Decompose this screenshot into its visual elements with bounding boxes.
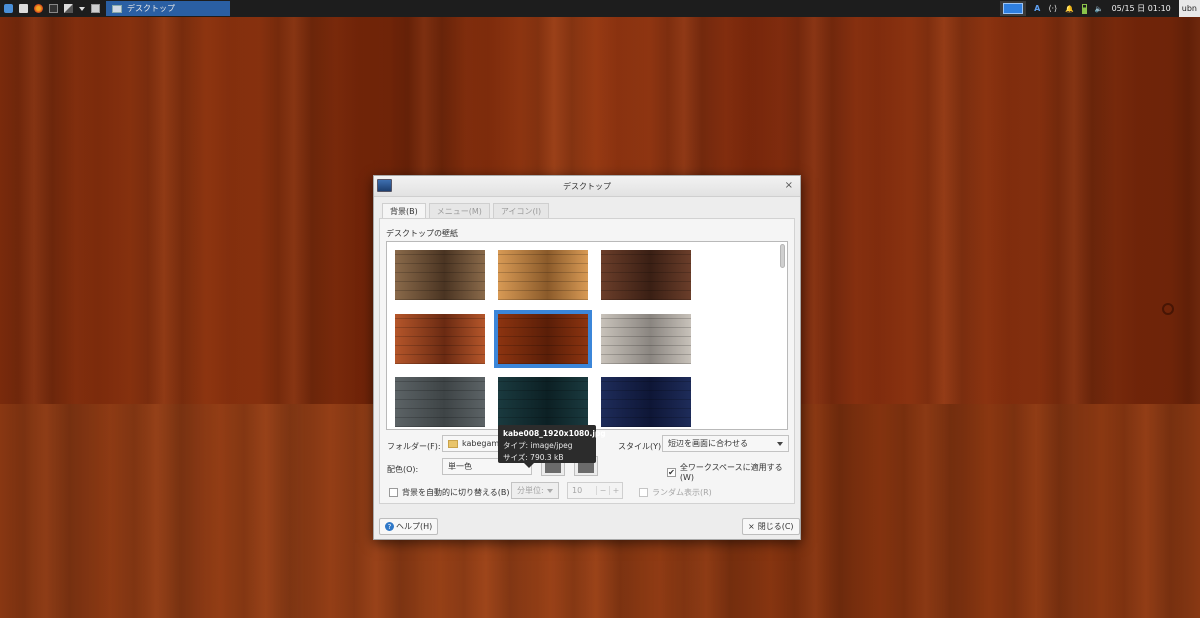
checkbox-box[interactable] <box>639 488 648 497</box>
wallpaper-gallery <box>386 241 788 430</box>
chevron-down-icon[interactable] <box>79 6 85 11</box>
wallpaper-thumb[interactable] <box>395 314 485 364</box>
clock[interactable]: 05/15 日 01:10 <box>1112 3 1171 14</box>
image-viewer-icon[interactable] <box>64 4 73 13</box>
bell-icon[interactable]: 🔔 <box>1065 5 1074 13</box>
folder-icon <box>448 439 458 448</box>
chevron-down-icon <box>547 488 553 493</box>
wallpaper-thumb[interactable] <box>601 250 691 300</box>
folder-value: kabegami <box>462 439 502 448</box>
apply-all-label: 全ワークスペースに適用する(W) <box>679 463 783 482</box>
help-button[interactable]: ? ヘルプ(H) <box>379 518 439 535</box>
tab-menu[interactable]: メニュー(M) <box>428 203 490 219</box>
tooltip-size: サイズ: 790.3 kB <box>503 453 564 462</box>
wallpaper-thumb[interactable] <box>498 377 588 427</box>
interval-unit-select[interactable]: 分単位: <box>511 482 559 499</box>
tooltip-type: タイプ: image/jpeg <box>503 441 573 450</box>
volume-icon[interactable]: 🔈 <box>1095 5 1104 13</box>
wallpaper-section-label: デスクトップの壁紙 <box>386 229 458 238</box>
workspace-1[interactable] <box>1003 3 1024 14</box>
style-select[interactable]: 短辺を画面に合わせる <box>662 435 789 452</box>
file-manager-icon[interactable] <box>19 4 28 13</box>
taskbar-item-label: デスクトップ <box>127 4 175 13</box>
app-menu-icon[interactable] <box>4 4 13 13</box>
tray-area: A ⟨·⟩ 🔔 🔈 05/15 日 01:10 ubn <box>1000 0 1200 17</box>
show-desktop-icon[interactable] <box>91 4 100 13</box>
help-icon: ? <box>385 522 394 531</box>
interval-value[interactable]: 10 <box>568 486 596 495</box>
battery-icon[interactable] <box>1081 3 1087 14</box>
chevron-down-icon <box>777 441 783 446</box>
interval-stepper[interactable]: 10 − + <box>567 482 623 499</box>
wallpaper-thumb[interactable] <box>601 377 691 427</box>
color-label: 配色(O): <box>387 465 419 474</box>
apply-all-workspaces-checkbox[interactable]: ✔ 全ワークスペースに適用する(W) <box>667 462 794 482</box>
input-method-icon[interactable]: A <box>1034 4 1040 13</box>
checkbox-box[interactable] <box>389 488 398 497</box>
plus-icon[interactable]: + <box>609 486 622 495</box>
wallpaper-thumb[interactable] <box>395 250 485 300</box>
auto-change-checkbox[interactable]: 背景を自動的に切り替える(B) <box>389 487 510 498</box>
desktop-settings-dialog: デスクトップ × 背景(B) メニュー(M) アイコン(I) デスクトップの壁紙… <box>373 175 801 540</box>
checkbox-box[interactable]: ✔ <box>667 467 676 477</box>
dialog-titlebar[interactable]: デスクトップ × <box>374 176 800 197</box>
desktop-decoration <box>1162 303 1174 315</box>
close-button[interactable]: × 閉じる(C) <box>742 518 800 535</box>
close-button-label: 閉じる(C) <box>757 522 794 531</box>
desktop-icon <box>112 4 122 13</box>
taskbar-item-desktop[interactable]: デスクトップ <box>106 1 230 16</box>
style-value: 短辺を画面に合わせる <box>668 439 748 448</box>
minus-icon[interactable]: − <box>596 486 609 495</box>
wallpaper-thumb[interactable] <box>395 377 485 427</box>
tab-bar: 背景(B) メニュー(M) アイコン(I) <box>382 203 550 219</box>
close-icon[interactable]: × <box>785 180 793 191</box>
user-menu[interactable]: ubn <box>1178 0 1200 17</box>
random-label: ランダム表示(R) <box>652 488 712 497</box>
random-order-checkbox[interactable]: ランダム表示(R) <box>639 487 712 498</box>
terminal-icon[interactable] <box>49 4 58 13</box>
wallpaper-thumb-selected[interactable] <box>494 310 592 368</box>
dialog-title: デスクトップ <box>563 181 611 191</box>
folder-label: フォルダー(F): <box>387 442 441 451</box>
tab-background[interactable]: 背景(B) <box>382 203 426 219</box>
desktop-icon <box>377 179 392 192</box>
auto-change-label: 背景を自動的に切り替える(B) <box>402 488 510 497</box>
style-label: スタイル(Y): <box>618 442 664 451</box>
interval-unit-value: 分単位: <box>517 486 544 495</box>
top-panel: デスクトップ A ⟨·⟩ 🔔 🔈 05/15 日 01:10 ubn <box>0 0 1200 17</box>
tab-icons[interactable]: アイコン(I) <box>492 203 550 219</box>
wallpaper-thumb[interactable] <box>498 250 588 300</box>
launcher-area <box>0 0 100 17</box>
gallery-scrollbar[interactable] <box>780 244 785 268</box>
workspace-switcher[interactable] <box>1000 1 1027 16</box>
wallpaper-tooltip: kabe008_1920x1080.jpg タイプ: image/jpeg サイ… <box>498 425 606 468</box>
network-icon[interactable]: ⟨·⟩ <box>1048 4 1057 13</box>
wallpaper-thumb[interactable] <box>601 314 691 364</box>
close-icon: × <box>748 522 755 531</box>
tooltip-filename: kabe008_1920x1080.jpg <box>503 429 606 438</box>
firefox-icon[interactable] <box>34 4 43 13</box>
help-button-label: ヘルプ(H) <box>396 522 433 531</box>
color-style-value: 単一色 <box>448 462 472 471</box>
